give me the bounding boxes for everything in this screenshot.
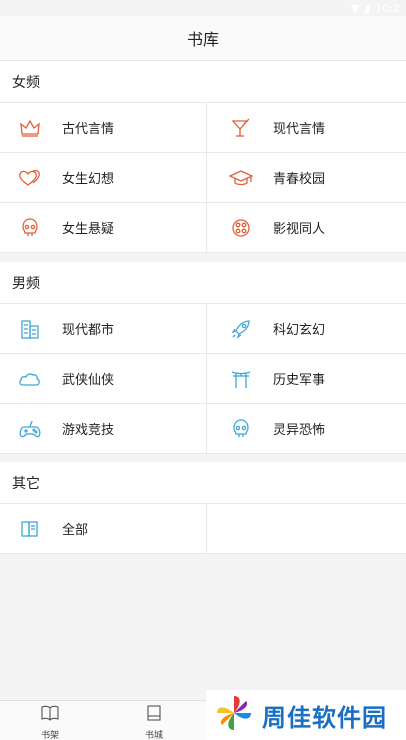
section-title: 女频 xyxy=(0,61,406,103)
graduation-cap-icon xyxy=(229,166,253,190)
section-title: 男频 xyxy=(0,262,406,304)
category-label: 影视同人 xyxy=(273,222,326,237)
category-label: 青春校园 xyxy=(273,172,326,187)
category-scifi-fantasy[interactable]: 科幻玄幻 xyxy=(207,304,406,354)
watermark: 周佳软件园 xyxy=(206,690,406,740)
app-header: 书库 xyxy=(0,16,406,61)
empty-cell xyxy=(207,504,406,554)
section-other: 其它 全部 xyxy=(0,462,406,554)
rocket-icon xyxy=(229,317,253,341)
category-label: 女生幻想 xyxy=(62,172,115,187)
cocktail-icon xyxy=(229,116,253,140)
category-wuxia[interactable]: 武侠仙侠 xyxy=(0,354,207,404)
section-title: 其它 xyxy=(0,462,406,504)
category-label: 灵异恐怖 xyxy=(273,423,326,438)
category-female-suspense[interactable]: 女生悬疑 xyxy=(0,203,207,253)
category-supernatural-horror[interactable]: 灵异恐怖 xyxy=(207,404,406,454)
status-time: 10:2 xyxy=(375,1,400,15)
category-history-military[interactable]: 历史军事 xyxy=(207,354,406,404)
hearts-icon xyxy=(18,166,42,190)
category-label: 历史军事 xyxy=(273,373,326,388)
pinwheel-logo-icon xyxy=(214,693,254,737)
category-ancient-romance[interactable]: 古代言情 xyxy=(0,103,207,153)
category-label: 现代言情 xyxy=(273,122,326,137)
category-fanfiction[interactable]: 影视同人 xyxy=(207,203,406,253)
page-title: 书库 xyxy=(186,30,219,49)
category-label: 现代都市 xyxy=(62,323,115,338)
status-bar: ▼ ▮ 10:2 xyxy=(0,0,406,16)
battery-icon: ▮ xyxy=(364,1,371,15)
film-reel-icon xyxy=(229,216,253,240)
category-label: 科幻玄幻 xyxy=(273,323,326,338)
category-label: 游戏竞技 xyxy=(62,423,115,438)
category-label: 全部 xyxy=(62,523,89,538)
open-book-icon xyxy=(41,705,59,724)
gate-icon xyxy=(229,367,253,391)
watermark-text: 周佳软件园 xyxy=(262,703,387,732)
gamepad-icon xyxy=(18,417,42,441)
category-label: 古代言情 xyxy=(62,122,115,137)
category-label: 武侠仙侠 xyxy=(62,373,115,388)
ghost-skull-icon xyxy=(229,417,253,441)
section-female: 女频 古代言情 现代言情 女生幻想 青春校园 女生悬疑 影视同人 xyxy=(0,61,406,253)
wifi-icon: ▼ xyxy=(350,1,360,15)
category-gaming[interactable]: 游戏竞技 xyxy=(0,404,207,454)
nav-label: 书架 xyxy=(40,731,59,740)
nav-bookshelf[interactable]: 书架 xyxy=(20,705,80,740)
buildings-icon xyxy=(18,317,42,341)
category-all[interactable]: 全部 xyxy=(0,504,207,554)
nav-bookstore[interactable]: 书城 xyxy=(124,705,184,740)
category-female-fantasy[interactable]: 女生幻想 xyxy=(0,153,207,203)
cloud-icon xyxy=(18,367,42,391)
bookstore-icon xyxy=(146,705,162,724)
category-modern-city[interactable]: 现代都市 xyxy=(0,304,207,354)
category-youth-campus[interactable]: 青春校园 xyxy=(207,153,406,203)
category-label: 女生悬疑 xyxy=(62,222,115,237)
book-icon xyxy=(18,517,42,541)
nav-label: 书城 xyxy=(144,731,163,740)
crown-icon xyxy=(18,116,42,140)
section-male: 男频 现代都市 科幻玄幻 武侠仙侠 历史军事 游戏竞技 灵异恐怖 xyxy=(0,262,406,454)
skull-icon xyxy=(18,216,42,240)
category-modern-romance[interactable]: 现代言情 xyxy=(207,103,406,153)
